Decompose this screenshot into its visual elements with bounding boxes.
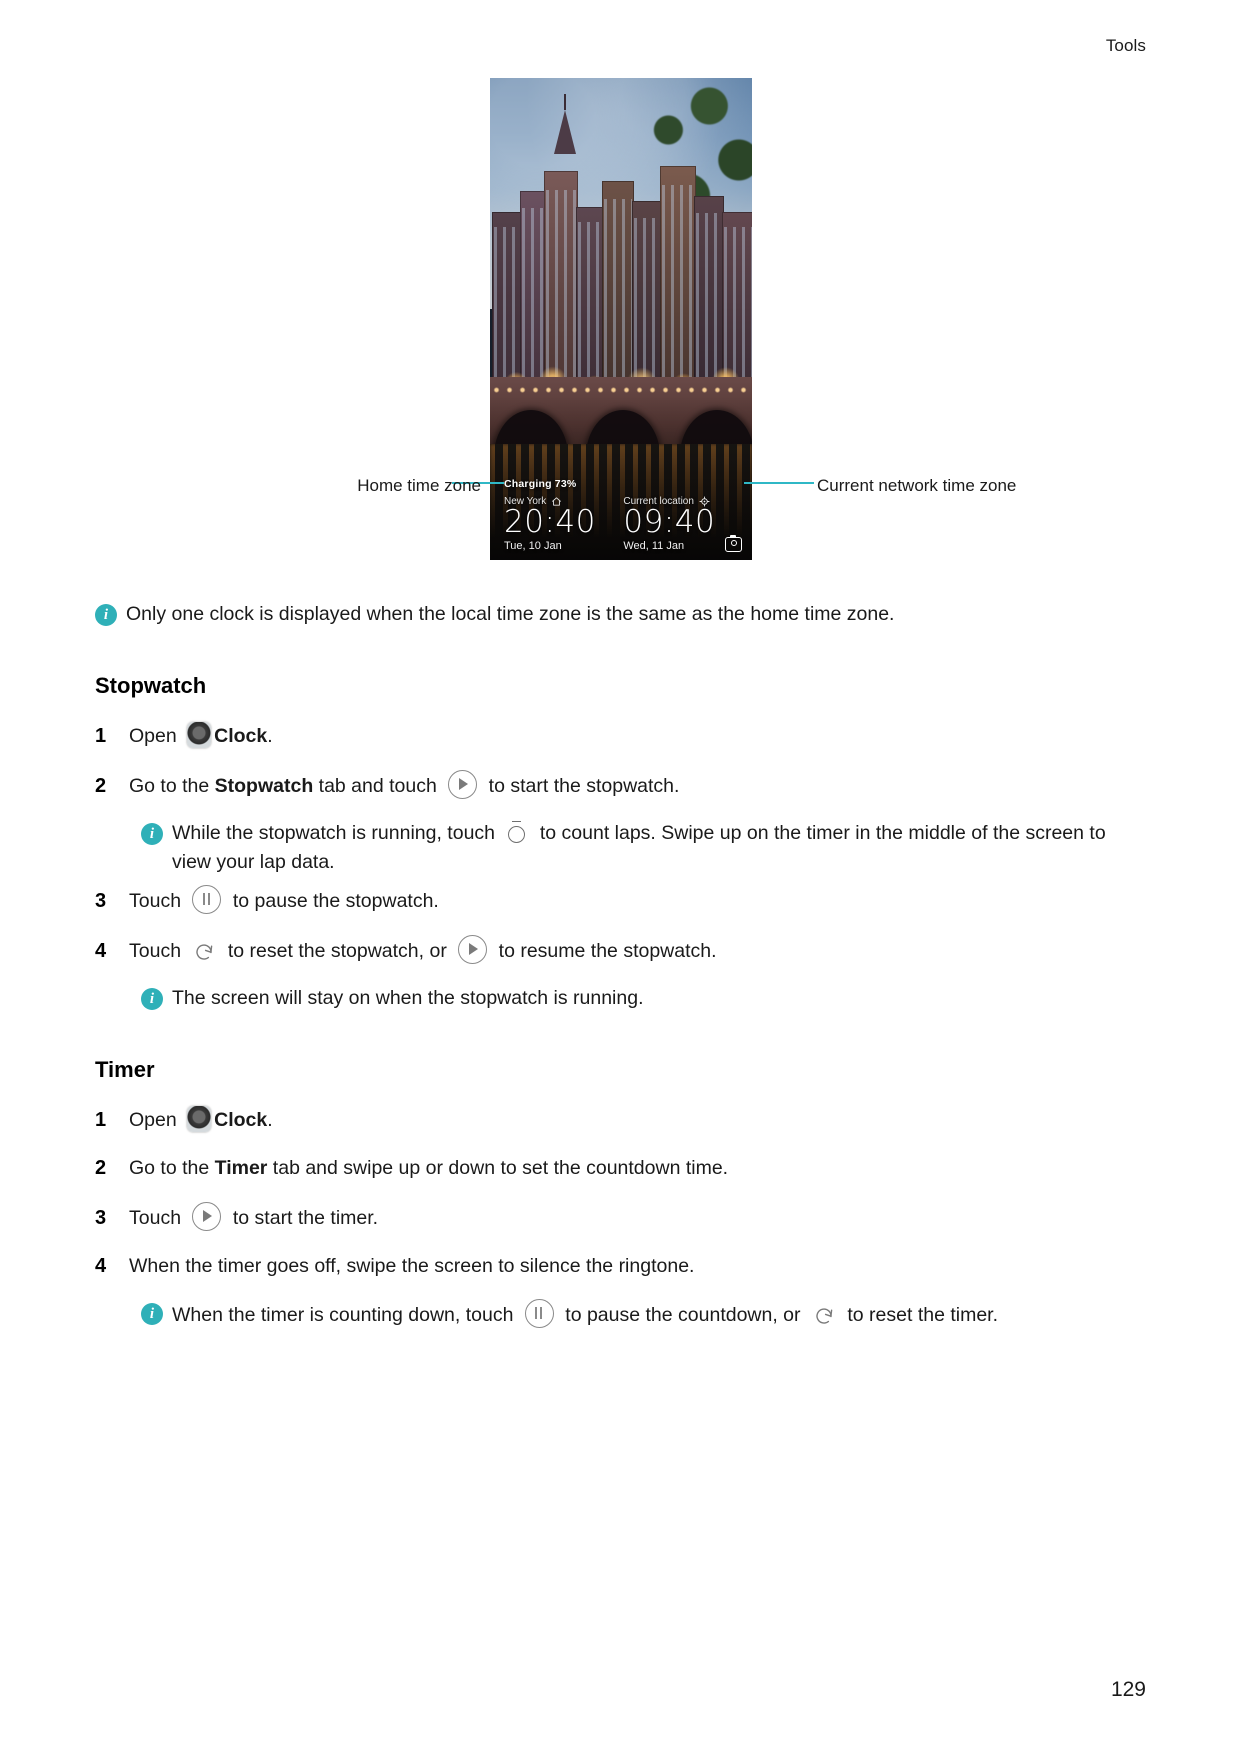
info-icon: i [141, 1303, 163, 1325]
note-text: When the timer is counting down, touch t… [172, 1299, 1145, 1330]
dual-clock-row: New York 20:40 Tue, 10 Jan Current locat… [504, 496, 738, 552]
step-bold-term: Clock [214, 725, 268, 748]
note-text: The screen will stay on when the stopwat… [172, 986, 644, 1009]
step-timer-1: 1 Open Clock. [95, 1105, 1145, 1135]
play-icon[interactable] [448, 769, 478, 799]
step-text-post: to start the stopwatch. [483, 774, 680, 797]
home-clock-time: 20:40 [504, 504, 596, 541]
step-text-mid: tab and swipe up or down to set the coun… [267, 1157, 729, 1180]
step-stopwatch-2: 2 Go to the Stopwatch tab and touch to s… [95, 769, 1145, 801]
step-number: 1 [95, 1109, 107, 1131]
step-number: 4 [95, 939, 107, 962]
step-number: 4 [95, 1254, 107, 1277]
section-heading-stopwatch: Stopwatch [95, 673, 207, 699]
network-clock-date: Wed, 11 Jan [623, 540, 685, 552]
step-text-mid: to reset the stopwatch, or [222, 939, 453, 962]
step-bold-term: Clock [214, 1109, 268, 1131]
running-header: Tools [1105, 36, 1146, 55]
step-text-mid: tab and touch [313, 774, 443, 797]
note-stopwatch-screen-on: i The screen will stay on when the stopw… [141, 984, 1145, 1013]
step-text-pre: Go to the [129, 1157, 215, 1180]
step-text: Go to the Timer tab and swipe up or down… [129, 1154, 1145, 1183]
step-text: Go to the Stopwatch tab and touch to sta… [129, 769, 1145, 801]
phone-screenshot: Charging 73% New York 20:40 Tue, 10 Jan … [490, 78, 752, 560]
callout-label-current-network-time-zone: Current network time zone [817, 476, 1017, 495]
step-text-pre: Touch [129, 939, 187, 962]
step-stopwatch-3: 3 Touch to pause the stopwatch. [95, 885, 1145, 916]
callout-label-home-time-zone: Home time zone [357, 476, 481, 495]
step-number: 3 [95, 890, 107, 913]
step-timer-2: 2 Go to the Timer tab and swipe up or do… [95, 1153, 1145, 1183]
note-text-mid: to pause the countdown, or [559, 1304, 806, 1326]
step-text-pre: Touch [129, 890, 187, 913]
step-text: When the timer goes off, swipe the scree… [129, 1254, 695, 1277]
step-bold-term: Timer [214, 1157, 268, 1180]
step-text-post: . [267, 725, 273, 748]
section-heading-timer: Timer [95, 1057, 155, 1082]
callout-leader-right [744, 482, 814, 484]
step-number: 3 [95, 1206, 107, 1229]
step-stopwatch-1: 1 Open Clock. [95, 721, 1145, 751]
step-text-post: . [267, 1109, 273, 1131]
step-timer-3: 3 Touch to start the timer. [95, 1201, 1145, 1233]
pause-icon[interactable] [192, 885, 222, 915]
step-text-pre: Touch [129, 1206, 187, 1229]
clock-app-icon[interactable] [187, 722, 212, 749]
note-text: While the stopwatch is running, touch to… [172, 819, 1145, 878]
step-text: Touch to start the timer. [129, 1201, 1145, 1233]
step-number: 2 [95, 774, 107, 797]
charging-status: Charging 73% [504, 478, 577, 491]
lockscreen-overlay: Charging 73% New York 20:40 Tue, 10 Jan … [490, 478, 752, 560]
step-text: Open Clock. [129, 722, 1145, 751]
note-timer-countdown: i When the timer is counting down, touch… [141, 1299, 1145, 1330]
info-icon: i [141, 987, 163, 1010]
note-text-pre: When the timer is counting down, touch [172, 1304, 519, 1326]
info-icon: i [95, 604, 117, 626]
info-icon: i [141, 822, 163, 845]
note-text-post: to reset the timer. [841, 1304, 999, 1326]
step-text-pre: Open [129, 725, 183, 748]
clock-app-icon[interactable] [187, 1106, 212, 1132]
page-content: i Only one clock is displayed when the l… [95, 600, 1145, 1330]
note-text: Only one clock is displayed when the loc… [126, 603, 895, 625]
camera-icon[interactable] [725, 534, 742, 552]
step-number: 1 [95, 725, 107, 748]
figure-lockscreen-dual-clock: Charging 73% New York 20:40 Tue, 10 Jan … [0, 78, 1241, 568]
step-bold-term: Stopwatch [214, 774, 314, 797]
note-single-clock: i Only one clock is displayed when the l… [95, 600, 1145, 629]
step-number: 2 [95, 1157, 107, 1180]
step-stopwatch-4: 4 Touch to reset the stopwatch, or to re… [95, 934, 1145, 966]
step-text: Open Clock. [129, 1106, 1145, 1135]
pause-icon[interactable] [524, 1299, 554, 1328]
step-text-pre: Go to the [129, 774, 215, 797]
church-spire-icon [554, 94, 576, 155]
home-clock-date: Tue, 10 Jan [504, 540, 562, 552]
play-icon[interactable] [192, 1201, 222, 1231]
reset-icon[interactable] [192, 939, 216, 963]
network-clock-time: 09:40 [623, 504, 716, 541]
step-text-post: to pause the stopwatch. [227, 890, 439, 913]
step-text-pre: Open [129, 1109, 183, 1131]
play-icon[interactable] [458, 934, 488, 964]
step-text-post: to resume the stopwatch. [493, 939, 717, 962]
page-number: 129 [1110, 1678, 1146, 1701]
note-stopwatch-laps: i While the stopwatch is running, touch … [141, 819, 1145, 878]
step-text-post: to start the timer. [227, 1206, 379, 1229]
step-text: Touch to reset the stopwatch, or to resu… [129, 934, 1145, 966]
network-clock-widget[interactable]: Current location 09:40 Wed, 11 Jan [623, 496, 738, 552]
home-clock-widget[interactable]: New York 20:40 Tue, 10 Jan [504, 496, 619, 552]
lap-icon[interactable] [506, 819, 528, 845]
step-text: Touch to pause the stopwatch. [129, 885, 1145, 916]
note-text-pre: While the stopwatch is running, touch [172, 821, 501, 844]
bridge-lights [490, 384, 752, 395]
reset-icon[interactable] [812, 1303, 836, 1327]
step-timer-4: 4 When the timer goes off, swipe the scr… [95, 1251, 1145, 1281]
document-page: Tools Charging 73% New York 20:40 Tue, 1… [0, 0, 1241, 1754]
